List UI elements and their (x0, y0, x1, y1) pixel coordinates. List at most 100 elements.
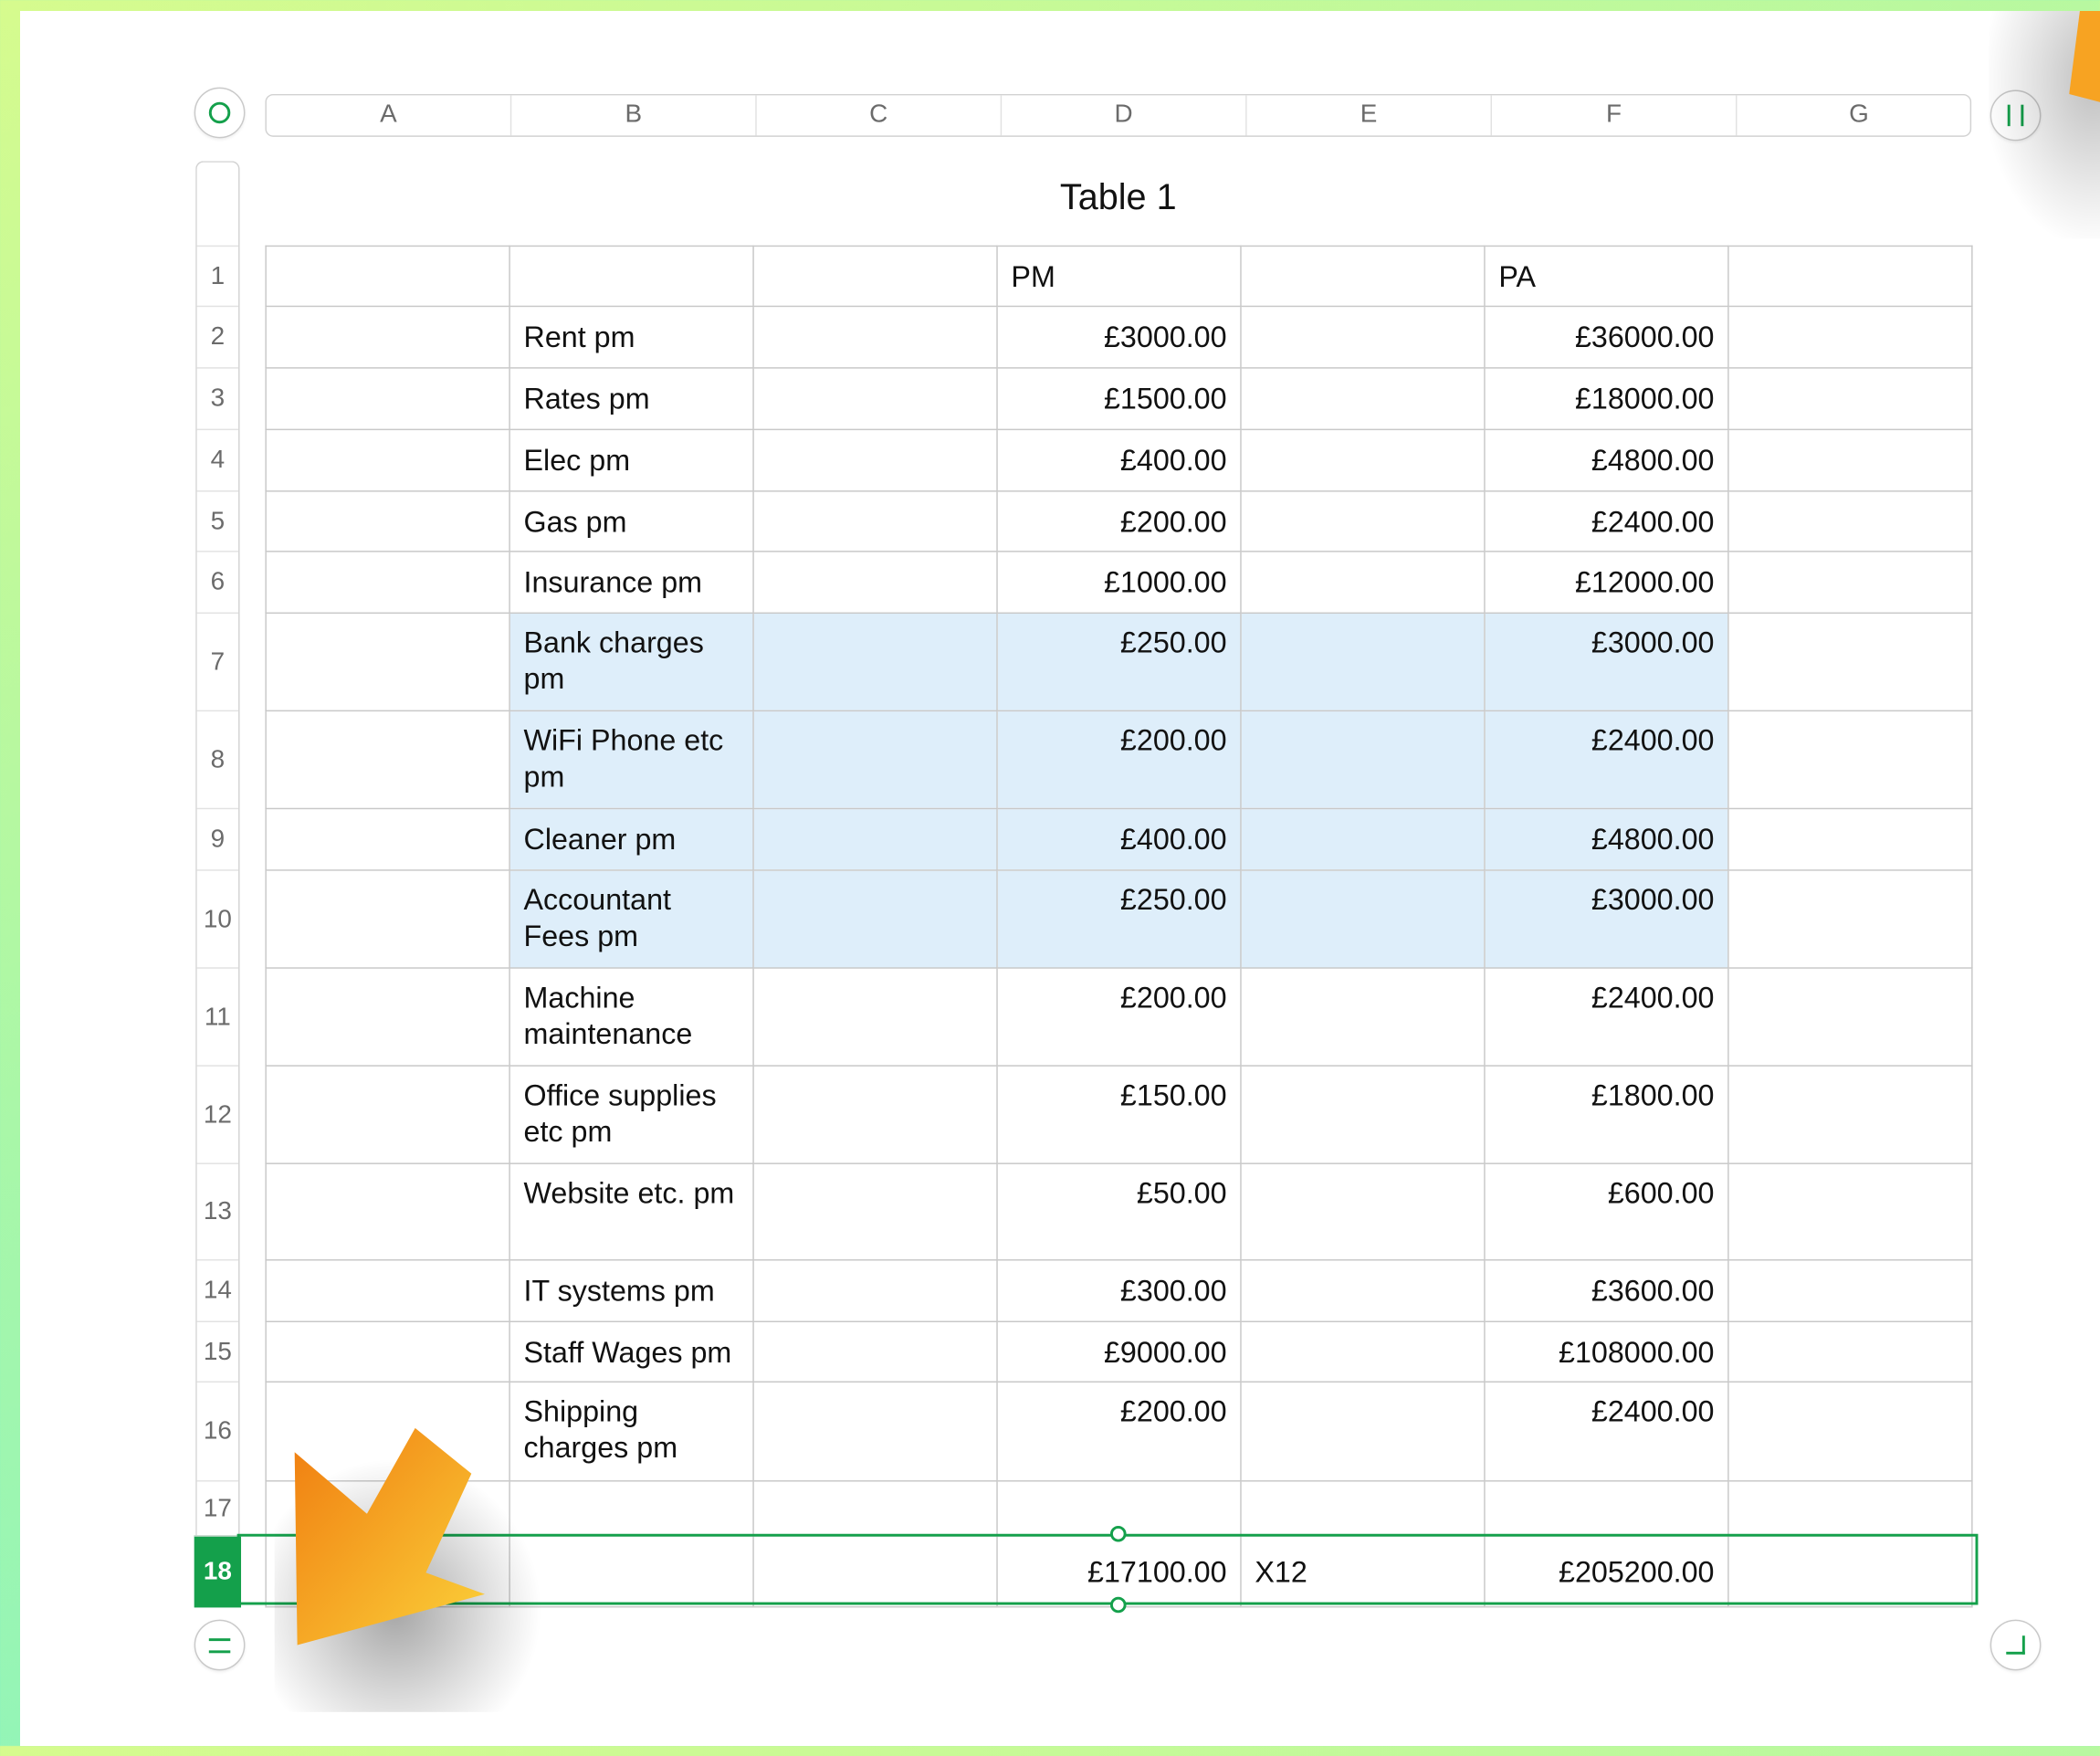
label-cell[interactable]: Website etc. pm (509, 1162, 754, 1261)
cell[interactable] (265, 490, 510, 552)
row-header-8[interactable]: 8 (196, 710, 239, 810)
cell[interactable] (1240, 490, 1486, 552)
pa-cell[interactable]: £2400.00 (1484, 967, 1729, 1067)
select-table-button[interactable] (194, 87, 246, 139)
pm-cell[interactable]: £3000.00 (996, 305, 1242, 369)
cell[interactable] (1727, 1259, 1973, 1322)
cell[interactable] (1240, 1320, 1486, 1383)
column-header-e[interactable]: E (1247, 95, 1493, 136)
pm-cell[interactable]: £200.00 (996, 1381, 1242, 1482)
row-header-11[interactable]: 11 (196, 967, 239, 1067)
cell[interactable] (1240, 1259, 1486, 1322)
cell[interactable] (752, 869, 998, 969)
pa-cell[interactable]: £2400.00 (1484, 710, 1729, 810)
cell[interactable] (1240, 1480, 1486, 1537)
row-header-6[interactable]: 6 (196, 551, 239, 614)
header-cell-pm[interactable]: PM (996, 245, 1242, 308)
cell[interactable] (1240, 1162, 1486, 1261)
pm-cell[interactable]: £150.00 (996, 1065, 1242, 1164)
pm-cell[interactable]: £250.00 (996, 612, 1242, 712)
cell[interactable] (265, 612, 510, 712)
label-cell[interactable]: Cleaner pm (509, 807, 754, 871)
cell[interactable] (1240, 967, 1486, 1067)
cell[interactable] (752, 1381, 998, 1482)
row-header-10[interactable]: 10 (196, 869, 239, 969)
label-cell[interactable]: Bank charges pm (509, 612, 754, 712)
cell[interactable] (1240, 245, 1486, 308)
cell[interactable] (1727, 428, 1973, 492)
column-header-d[interactable]: D (1002, 95, 1247, 136)
cell[interactable] (1727, 1065, 1973, 1164)
column-header-f[interactable]: F (1492, 95, 1738, 136)
column-header-a[interactable]: A (267, 95, 512, 136)
cell[interactable] (1727, 1480, 1973, 1537)
cell[interactable] (1240, 428, 1486, 492)
pm-cell[interactable]: £1500.00 (996, 367, 1242, 431)
pa-cell[interactable]: £108000.00 (1484, 1320, 1729, 1383)
pa-cell[interactable]: £1800.00 (1484, 1065, 1729, 1164)
header-cell-pa[interactable]: PA (1484, 245, 1729, 308)
cell[interactable] (1240, 807, 1486, 871)
pa-cell[interactable]: £2400.00 (1484, 1381, 1729, 1482)
row-header-4[interactable]: 4 (196, 428, 239, 492)
table-title[interactable]: Table 1 (265, 177, 1971, 218)
row-header-2[interactable]: 2 (196, 305, 239, 369)
row-header-9[interactable]: 9 (196, 807, 239, 871)
label-cell[interactable]: Shipping charges pm (509, 1381, 754, 1482)
cell[interactable] (752, 1259, 998, 1322)
pa-cell[interactable]: £36000.00 (1484, 305, 1729, 369)
cell[interactable] (265, 245, 510, 308)
cell[interactable] (1727, 490, 1973, 552)
cell[interactable] (1240, 305, 1486, 369)
cell[interactable] (1727, 869, 1973, 969)
pa-cell[interactable]: £4800.00 (1484, 807, 1729, 871)
cell[interactable] (1240, 612, 1486, 712)
cell[interactable] (752, 245, 998, 308)
cell[interactable] (1727, 305, 1973, 369)
cell[interactable] (752, 967, 998, 1067)
cell[interactable] (509, 245, 754, 308)
label-cell[interactable]: Staff Wages pm (509, 1320, 754, 1383)
cell[interactable] (1727, 367, 1973, 431)
column-header-b[interactable]: B (511, 95, 757, 136)
cell[interactable] (1240, 710, 1486, 810)
pm-cell[interactable]: £9000.00 (996, 1320, 1242, 1383)
cell[interactable] (265, 1259, 510, 1322)
cell[interactable] (752, 1162, 998, 1261)
pa-cell[interactable]: £3000.00 (1484, 612, 1729, 712)
cell[interactable] (265, 869, 510, 969)
cell[interactable] (752, 305, 998, 369)
row-header-16[interactable]: 16 (196, 1381, 239, 1482)
pm-cell[interactable]: £50.00 (996, 1162, 1242, 1261)
label-cell[interactable]: IT systems pm (509, 1259, 754, 1322)
pm-cell[interactable]: £400.00 (996, 807, 1242, 871)
row-header-13[interactable]: 13 (196, 1162, 239, 1260)
cell[interactable] (1727, 551, 1973, 615)
pm-cell[interactable]: £250.00 (996, 869, 1242, 969)
cell[interactable] (265, 551, 510, 615)
pm-cell[interactable]: £400.00 (996, 428, 1242, 492)
cell[interactable] (1727, 612, 1973, 712)
cell[interactable] (265, 1320, 510, 1383)
cell[interactable] (752, 612, 998, 712)
cell[interactable] (752, 490, 998, 552)
cell[interactable] (265, 305, 510, 369)
cell[interactable] (1240, 1381, 1486, 1482)
cell[interactable] (265, 710, 510, 810)
row-header-5[interactable]: 5 (196, 490, 239, 552)
label-cell[interactable]: Elec pm (509, 428, 754, 492)
cell[interactable] (1727, 1162, 1973, 1261)
column-header-c[interactable]: C (757, 95, 1003, 136)
pa-cell[interactable]: £3600.00 (1484, 1259, 1729, 1322)
column-header-g[interactable]: G (1737, 95, 1980, 135)
cell[interactable] (1240, 551, 1486, 615)
cell[interactable] (752, 807, 998, 871)
pa-cell[interactable]: £2400.00 (1484, 490, 1729, 552)
selection-handle-top[interactable] (1109, 1525, 1127, 1542)
cell[interactable] (265, 367, 510, 431)
row-header-1[interactable]: 1 (196, 245, 239, 307)
cell[interactable] (509, 1480, 754, 1537)
cell[interactable] (265, 967, 510, 1067)
cell[interactable] (1727, 1320, 1973, 1383)
pm-cell[interactable]: £200.00 (996, 710, 1242, 810)
